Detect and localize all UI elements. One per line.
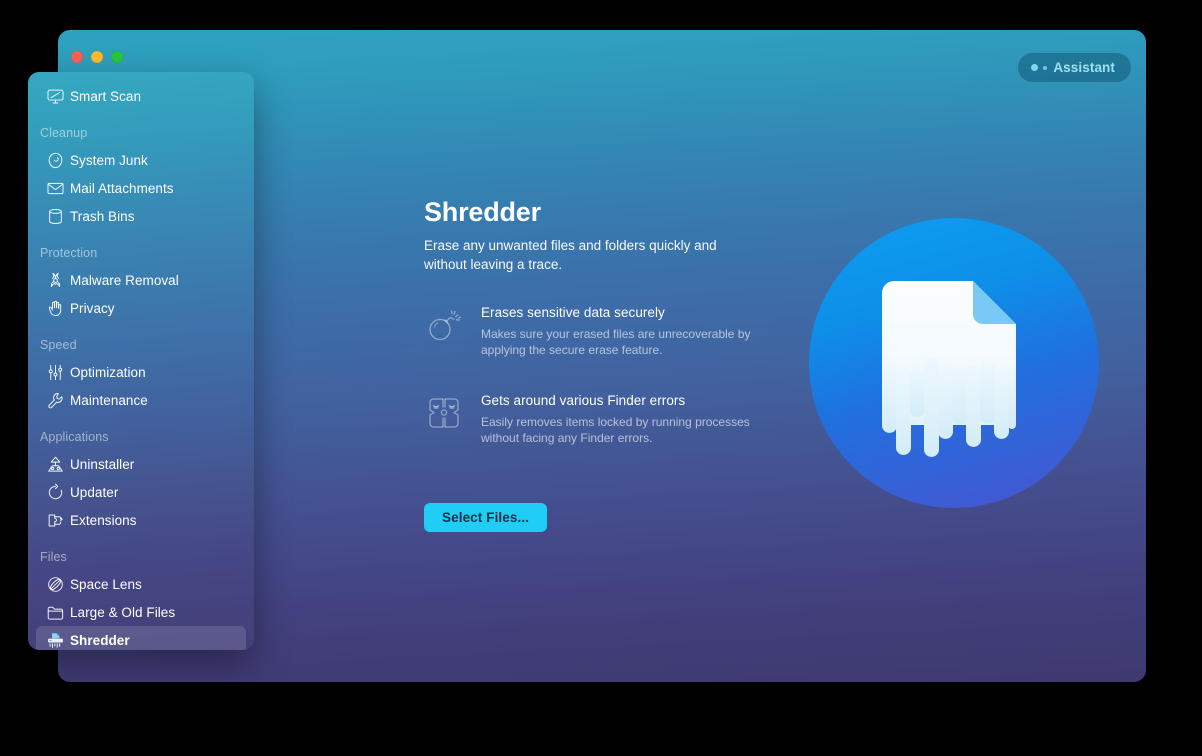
bomb-icon xyxy=(423,304,465,346)
feature-description: Makes sure your erased files are unrecov… xyxy=(481,327,751,357)
feature-item: Erases sensitive data securely Makes sur… xyxy=(423,304,773,358)
feature-list: Erases sensitive data securely Makes sur… xyxy=(423,304,773,480)
sidebar-item-label: Optimization xyxy=(70,364,146,380)
feature-title: Erases sensitive data securely xyxy=(481,305,665,320)
close-window-icon[interactable] xyxy=(71,51,83,63)
shredded-document-icon xyxy=(808,217,1100,509)
broken-finder-icon xyxy=(423,392,465,434)
assistant-dots-icon xyxy=(1031,64,1048,71)
sidebar-item-label: Shredder xyxy=(70,632,130,648)
sidebar-item-label: Extensions xyxy=(70,512,137,528)
updater-icon xyxy=(40,481,70,503)
smart-scan-icon xyxy=(40,85,70,107)
assistant-button-label: Assistant xyxy=(1053,60,1115,75)
sidebar-item-extensions[interactable]: Extensions xyxy=(36,506,246,534)
extensions-icon xyxy=(40,509,70,531)
page-title: Shredder xyxy=(424,197,541,227)
sidebar-item-optimization[interactable]: Optimization xyxy=(36,358,246,386)
malware-removal-icon xyxy=(40,269,70,291)
sidebar-section-title: Applications xyxy=(40,430,109,444)
sidebar-item-label: Trash Bins xyxy=(70,208,135,224)
system-junk-icon xyxy=(40,149,70,171)
traffic-lights xyxy=(71,51,123,63)
page-subtitle: Erase any unwanted files and folders qui… xyxy=(424,238,717,272)
sidebar-item-label: Maintenance xyxy=(70,392,148,408)
sidebar-item-label: Privacy xyxy=(70,300,115,316)
assistant-button[interactable]: Assistant xyxy=(1018,53,1131,82)
sidebar-item-large-old-files[interactable]: Large & Old Files xyxy=(36,598,246,626)
sidebar-item-label: Large & Old Files xyxy=(70,604,176,620)
sidebar-item-trash-bins[interactable]: Trash Bins xyxy=(36,202,246,230)
optimization-icon xyxy=(40,361,70,383)
sidebar-section-title: Protection xyxy=(40,246,98,260)
feature-text: Gets around various Finder errors Easily… xyxy=(481,392,753,446)
trash-bins-icon xyxy=(40,205,70,227)
feature-title: Gets around various Finder errors xyxy=(481,393,686,408)
mail-attachments-icon xyxy=(40,177,70,199)
sidebar-item-label: System Junk xyxy=(70,152,148,168)
sidebar-item-mail-attachments[interactable]: Mail Attachments xyxy=(36,174,246,202)
uninstaller-icon xyxy=(40,453,70,475)
main-content: Shredder Erase any unwanted files and fo… xyxy=(366,86,1146,682)
sidebar-item-maintenance[interactable]: Maintenance xyxy=(36,386,246,414)
shredder-icon xyxy=(40,629,70,650)
maximize-window-icon[interactable] xyxy=(111,51,123,63)
sidebar-item-label: Updater xyxy=(70,484,119,500)
sidebar-item-label: Malware Removal xyxy=(70,272,179,288)
sidebar-item-space-lens[interactable]: Space Lens xyxy=(36,570,246,598)
sidebar-item-smart-scan[interactable]: Smart Scan xyxy=(36,82,246,110)
sidebar-item-shredder[interactable]: Shredder xyxy=(36,626,246,650)
sidebar-item-privacy[interactable]: Privacy xyxy=(36,294,246,322)
sidebar-section-title: Files xyxy=(40,550,67,564)
sidebar-item-label: Uninstaller xyxy=(70,456,135,472)
feature-item: Gets around various Finder errors Easily… xyxy=(423,392,773,446)
sidebar-item-updater[interactable]: Updater xyxy=(36,478,246,506)
feature-text: Erases sensitive data securely Makes sur… xyxy=(481,304,753,358)
sidebar-section-title: Speed xyxy=(40,338,77,352)
select-files-button[interactable]: Select Files... xyxy=(424,503,548,532)
sidebar-item-label: Smart Scan xyxy=(70,88,142,104)
minimize-window-icon[interactable] xyxy=(91,51,103,63)
sidebar-item-uninstaller[interactable]: Uninstaller xyxy=(36,450,246,478)
sidebar-item-label: Space Lens xyxy=(70,576,142,592)
large-old-files-icon xyxy=(40,601,70,623)
screen: Assistant Shredder Erase any unwanted fi… xyxy=(0,0,1202,756)
sidebar-item-label: Mail Attachments xyxy=(70,180,174,196)
maintenance-icon xyxy=(40,389,70,411)
sidebar: Smart Scan Cleanup System Junk Mail Attachm… xyxy=(28,72,254,650)
privacy-icon xyxy=(40,297,70,319)
space-lens-icon xyxy=(40,573,70,595)
feature-description: Easily removes items locked by running p… xyxy=(481,415,750,445)
sidebar-item-system-junk[interactable]: System Junk xyxy=(36,146,246,174)
sidebar-section-title: Cleanup xyxy=(40,126,88,140)
sidebar-item-malware-removal[interactable]: Malware Removal xyxy=(36,266,246,294)
